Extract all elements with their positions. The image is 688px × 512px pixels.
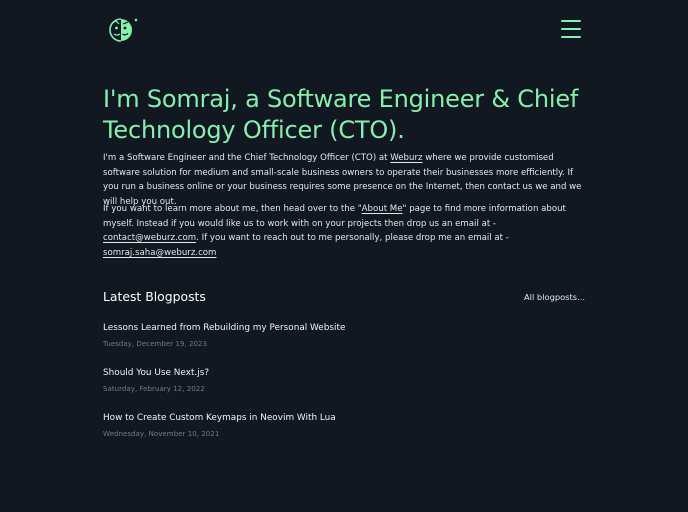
blogpost-title-link[interactable]: How to Create Custom Keymaps in Neovim W… xyxy=(103,413,585,423)
blogpost-date: Wednesday, November 10, 2021 xyxy=(103,429,220,438)
blogpost-item: Should You Use Next.js? Saturday, Februa… xyxy=(103,368,585,393)
about-me-link[interactable]: About Me xyxy=(362,204,403,214)
weburz-link[interactable]: Weburz xyxy=(390,153,422,163)
menu-bar xyxy=(561,20,581,22)
intro-text: I'm a Software Engineer and the Chief Te… xyxy=(103,153,391,163)
menu-bar xyxy=(561,36,581,38)
hamburger-menu-button[interactable] xyxy=(561,20,581,38)
latest-blogposts-heading: Latest Blogposts xyxy=(103,289,206,304)
all-blogposts-link[interactable]: All blogposts... xyxy=(524,292,585,302)
contact-text: . If you want to reach out to me persona… xyxy=(196,233,509,244)
blogpost-title-link[interactable]: Should You Use Next.js? xyxy=(103,368,585,378)
contact-paragraph: If you want to learn more about me, then… xyxy=(103,202,588,260)
blogpost-date: Saturday, February 12, 2022 xyxy=(103,384,205,393)
blogpost-item: How to Create Custom Keymaps in Neovim W… xyxy=(103,413,585,438)
blogpost-title-link[interactable]: Lessons Learned from Rebuilding my Perso… xyxy=(103,323,585,333)
half-face-avatar-logo-icon xyxy=(109,18,138,42)
hero-title: I'm Somraj, a Software Engineer & Chief … xyxy=(103,85,579,144)
personal-email-link[interactable]: somraj.saha@weburz.com xyxy=(103,248,216,258)
menu-bar xyxy=(561,28,581,30)
intro-paragraph: I'm a Software Engineer and the Chief Te… xyxy=(103,151,588,209)
blogpost-date: Tuesday, December 19, 2023 xyxy=(103,339,207,348)
blogpost-item: Lessons Learned from Rebuilding my Perso… xyxy=(103,323,585,348)
contact-text: If you want to learn more about me, then… xyxy=(103,204,362,214)
home-logo-link[interactable] xyxy=(107,16,139,44)
page: I'm Somraj, a Software Engineer & Chief … xyxy=(0,0,688,512)
contact-email-link[interactable]: contact@weburz.com xyxy=(103,233,196,243)
